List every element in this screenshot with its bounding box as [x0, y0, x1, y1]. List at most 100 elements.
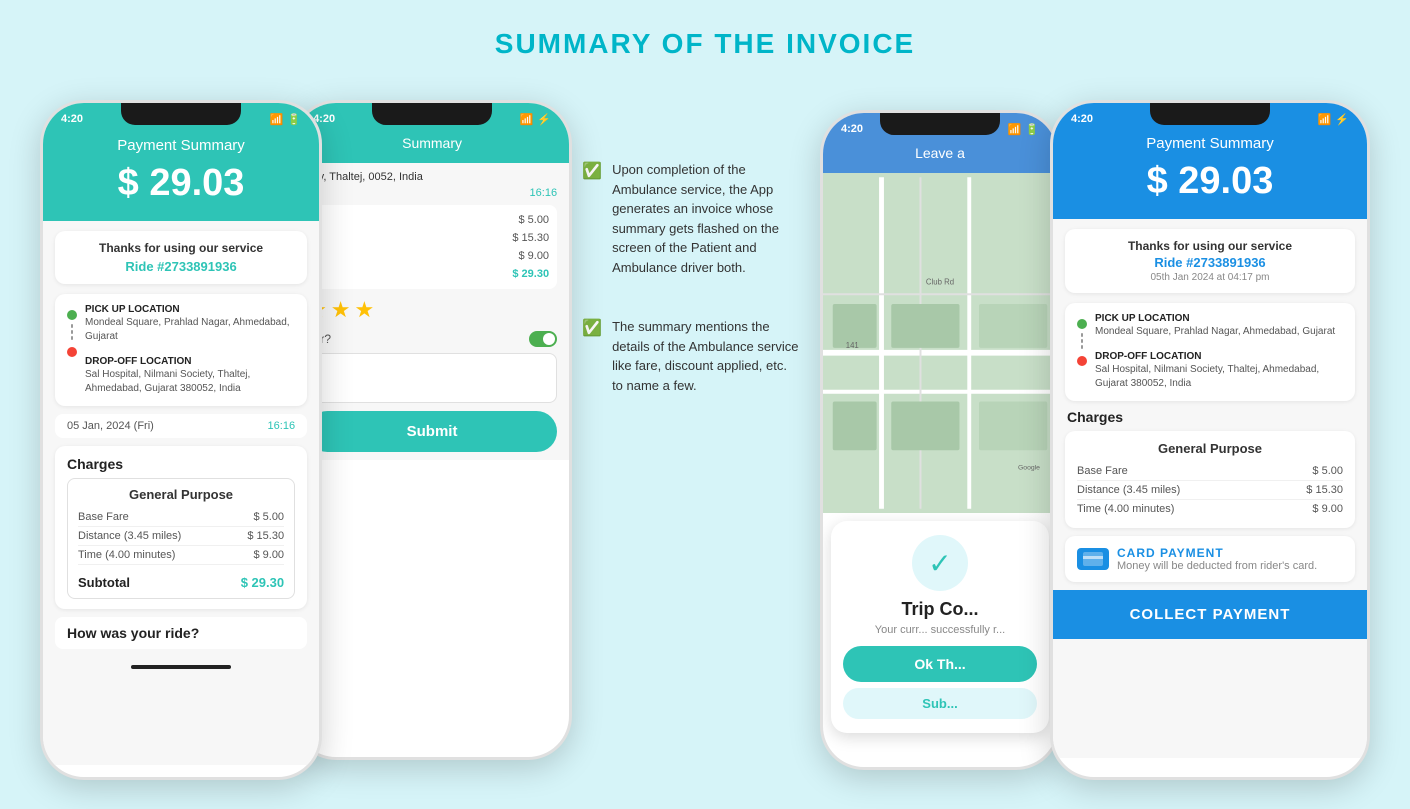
phone1-subtotal-label: Subtotal [78, 575, 130, 590]
card-payment-text: CARD PAYMENT Money will be deducted from… [1117, 546, 1317, 572]
card-payment-row: CARD PAYMENT Money will be deducted from… [1065, 536, 1355, 582]
phone2-charges: $ 5.00 $ 15.30 $ 9.00 $ 29.30 [307, 205, 557, 289]
phone2-toggle[interactable] [529, 331, 557, 347]
wifi-icon: 📶 [270, 113, 284, 126]
map-svg: Club Rd 141 Google [823, 173, 1057, 513]
phone1-dashes [71, 324, 73, 340]
payment-body: Thanks for using our service Ride #27338… [1053, 219, 1367, 758]
phone2-header-title: Summary [402, 135, 462, 151]
phone1-dropoff-label: DROP-OFF LOCATION [85, 356, 295, 367]
payment-charges-section: Charges General Purpose Base Fare $ 5.00… [1065, 409, 1355, 528]
phone1-thanks-text: Thanks for using our service [67, 241, 295, 255]
phone2-subtotal-value: $ 29.30 [512, 268, 549, 280]
phone1-charges-title: Charges [67, 456, 295, 472]
phone1-base-fare-value: $ 5.00 [253, 511, 284, 523]
callout1-text: Upon completion of the Ambulance service… [612, 162, 779, 275]
phone-payment-wifi-icon: 📶 [1318, 113, 1332, 126]
payment-time-row: Time (4.00 minutes) $ 9.00 [1077, 500, 1343, 518]
card-desc: Money will be deducted from rider's card… [1117, 560, 1317, 572]
payment-distance-value: $ 15.30 [1306, 484, 1343, 496]
payment-time-charge-label: Time (4.00 minutes) [1077, 503, 1174, 515]
phone-map-notch [880, 113, 1000, 135]
payment-base-fare-label: Base Fare [1077, 465, 1128, 477]
phone-map-frame: 4:20 📶 🔋 Leave a [820, 110, 1060, 770]
phone2-battery-icon: ⚡ [537, 113, 551, 126]
payment-dropoff-address: Sal Hospital, Nilmani Society, Thaltej, … [1095, 363, 1343, 391]
phone1-header: Payment Summary $ 29.03 [43, 131, 319, 221]
phone1-subtotal-row: Subtotal $ 29.30 [78, 569, 284, 590]
phone-map-wifi-icon: 📶 [1008, 123, 1022, 136]
star3: ★ [355, 297, 375, 323]
phone1-amount: $ 29.03 [53, 162, 309, 205]
phone1-location-section: PICK UP LOCATION Mondeal Square, Prahlad… [55, 294, 307, 406]
phone-map-battery-icon: 🔋 [1025, 123, 1039, 136]
phone2-time-display: 16:16 [307, 187, 557, 199]
phone-payment-notch [1150, 103, 1270, 125]
phone1-body: Thanks for using our service Ride #27338… [43, 221, 319, 765]
payment-location-section: PICK UP LOCATION Mondeal Square, Prahlad… [1065, 303, 1355, 401]
payment-charges-title: Charges [1065, 409, 1355, 425]
payment-distance-row: Distance (3.45 miles) $ 15.30 [1077, 481, 1343, 500]
payment-dot-col [1077, 313, 1087, 366]
phone2-base-fare-value: $ 5.00 [518, 214, 549, 226]
phone1-dropoff-address: Sal Hospital, Nilmani Society, Thaltej, … [85, 368, 295, 396]
sub-button[interactable]: Sub... [843, 688, 1037, 719]
phone1-subtotal-value: $ 29.30 [241, 575, 284, 590]
svg-text:Google: Google [1018, 465, 1040, 472]
collect-payment-button[interactable]: COLLECT PAYMENT [1053, 590, 1367, 639]
callout2-icon: ✅ [582, 317, 604, 339]
phone-map-header-title: Leave a [915, 145, 965, 161]
phone1-how-was: How was your ride? [67, 625, 199, 641]
phone2-time-row: $ 9.00 [315, 247, 549, 265]
phone2-distance-value: $ 15.30 [512, 232, 549, 244]
phone2-subtotal-row: $ 29.30 [315, 265, 549, 283]
phone1-pickup-address: Mondeal Square, Prahlad Nagar, Ahmedabad… [85, 316, 295, 344]
phone1-general-purpose-box: General Purpose Base Fare $ 5.00 Distanc… [67, 478, 295, 599]
callout2-text: The summary mentions the details of the … [612, 319, 798, 393]
svg-text:Club Rd: Club Rd [926, 278, 954, 287]
phone1-time-charge-label: Time (4.00 minutes) [78, 549, 175, 561]
phone1-date: 05 Jan, 2024 (Fri) [67, 420, 154, 432]
phone2-remember-row: der? [307, 331, 557, 347]
phone2-wifi-icon: 📶 [520, 113, 534, 126]
phone2-status-icons: 📶 ⚡ [520, 113, 551, 126]
phone1-thank-you-box: Thanks for using our service Ride #27338… [55, 231, 307, 284]
phone2-body: iety, Thaltej, 0052, India 16:16 $ 5.00 … [295, 163, 569, 460]
phone1-dot-col [67, 304, 77, 357]
phone2-distance-row: $ 15.30 [315, 229, 549, 247]
phone2-notch [372, 103, 492, 125]
payment-header: Payment Summary $ 29.03 [1053, 131, 1367, 219]
phone1-base-fare-label: Base Fare [78, 511, 129, 523]
phone-payment-status-icons: 📶 ⚡ [1318, 113, 1349, 126]
phone2-comment-box [307, 353, 557, 403]
payment-general-purpose: General Purpose [1077, 441, 1343, 456]
payment-dropoff-dot [1077, 356, 1087, 366]
svg-text:141: 141 [846, 341, 859, 350]
phone2-time-value: $ 9.00 [518, 250, 549, 262]
phone2-frame: 4:20 📶 ⚡ Summary iety, Thaltej, 0052, In… [292, 100, 572, 760]
phone1-time: 4:20 [61, 113, 83, 125]
phone1-general-purpose: General Purpose [78, 487, 284, 502]
battery-icon: 🔋 [287, 113, 301, 126]
phone1-time-charge-value: $ 9.00 [253, 549, 284, 561]
callout-area: ✅ Upon completion of the Ambulance servi… [572, 160, 810, 395]
payment-time-charge-value: $ 9.00 [1312, 503, 1343, 515]
card-svg [1083, 552, 1103, 566]
phone1-pickup-dot [67, 310, 77, 320]
page-title: SUMMARY OF THE INVOICE [495, 28, 915, 60]
payment-thank-you-box: Thanks for using our service Ride #27338… [1065, 229, 1355, 293]
ok-button[interactable]: Ok Th... [843, 646, 1037, 682]
phone1-dropoff-dot [67, 347, 77, 357]
phone1-how-was-section: How was your ride? [55, 617, 307, 649]
phone2-address: iety, Thaltej, 0052, India [307, 171, 557, 183]
payment-header-title: Payment Summary [1063, 135, 1357, 152]
trip-complete-check-icon: ✓ [912, 535, 968, 591]
phone1-notch [121, 103, 241, 125]
phone2-submit-button[interactable]: Submit [307, 411, 557, 452]
phone1-ride-id: Ride #2733891936 [67, 259, 295, 274]
phone2-wrap: 4:20 📶 ⚡ Summary iety, Thaltej, 0052, In… [292, 100, 572, 760]
phone-payment-frame: 4:20 📶 ⚡ Payment Summary $ 29.03 Thanks … [1050, 100, 1370, 780]
payment-pickup-dot [1077, 319, 1087, 329]
phone-payment-battery-icon: ⚡ [1335, 113, 1349, 126]
payment-dropoff-label: DROP-OFF LOCATION [1095, 351, 1343, 362]
